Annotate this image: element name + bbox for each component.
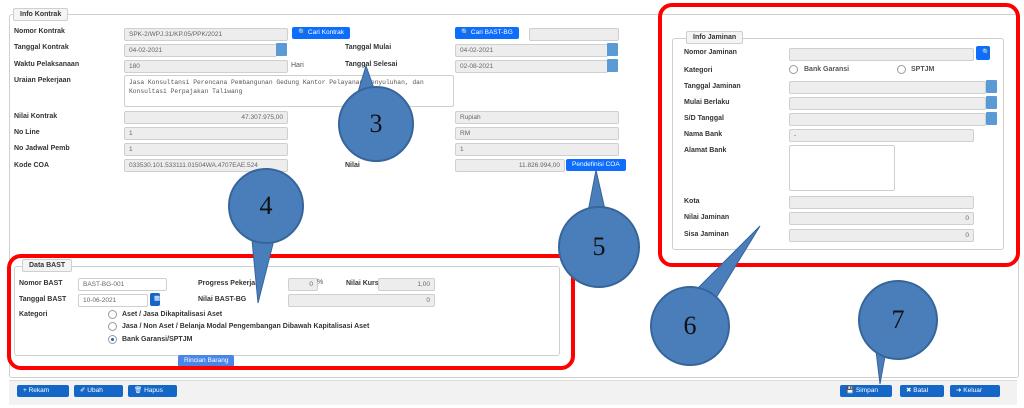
callout-3: 3 — [338, 86, 414, 162]
callout-6-pointer — [693, 225, 761, 299]
callout-5: 5 — [558, 206, 640, 288]
callout-4: 4 — [228, 168, 304, 244]
callout-7: 7 — [858, 280, 938, 360]
callout-6: 6 — [650, 286, 730, 366]
callout-4-pointer — [251, 239, 275, 304]
